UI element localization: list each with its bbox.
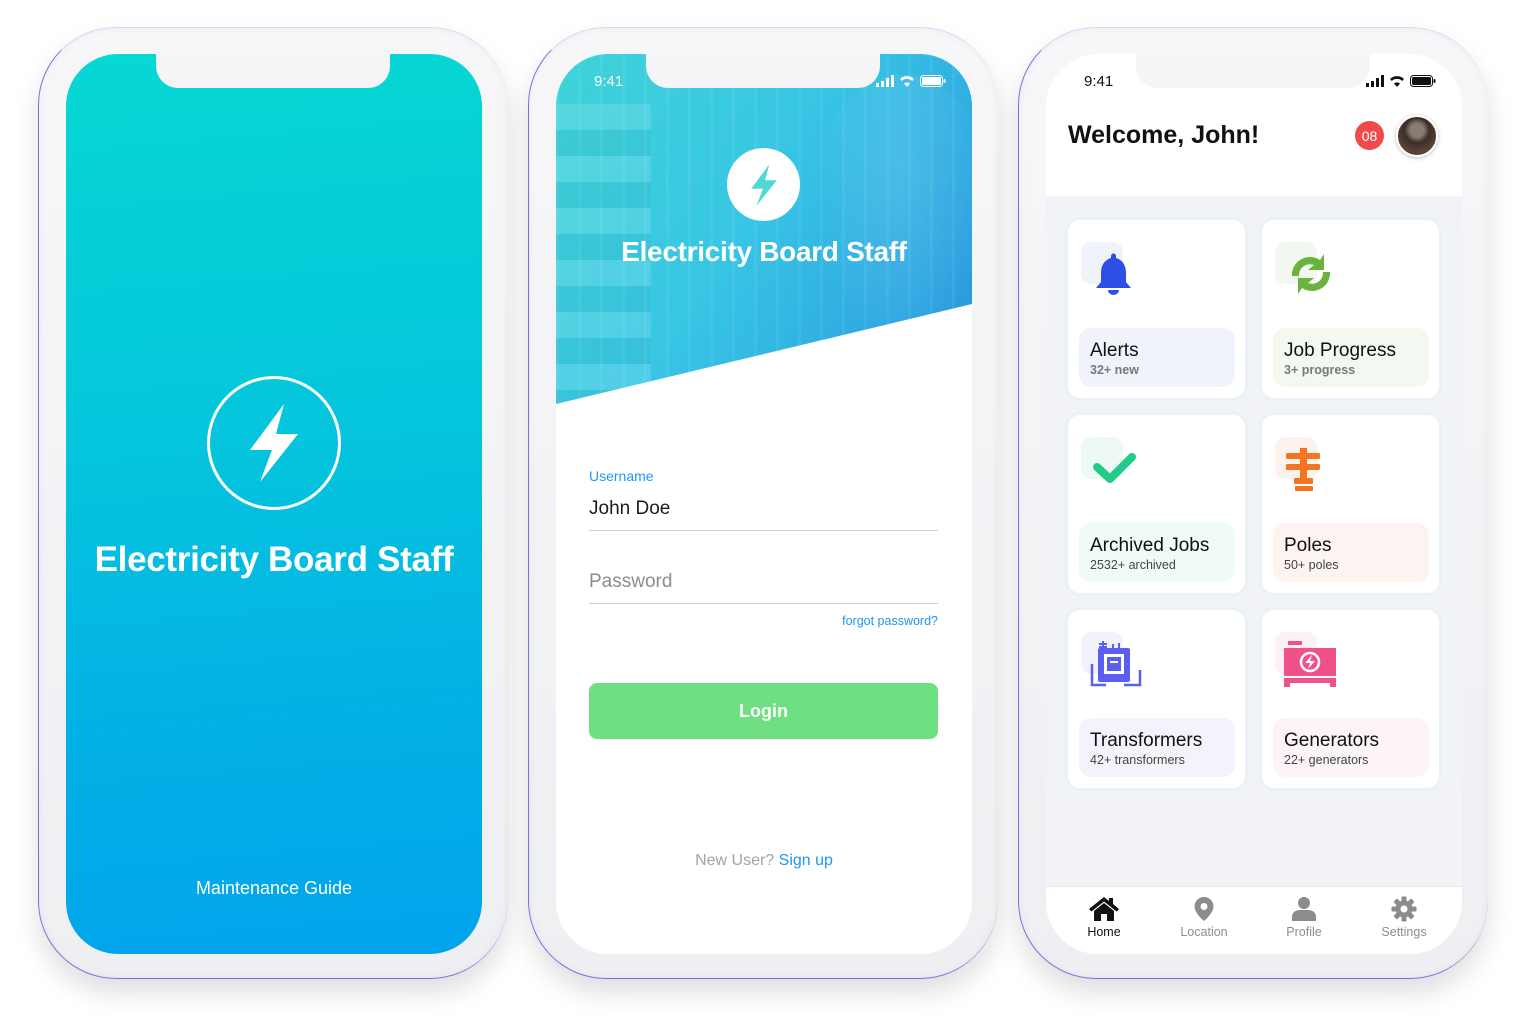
card-archived-jobs[interactable]: Archived Jobs 2532+ archived [1068, 415, 1245, 593]
card-label-box: Alerts 32+ new [1079, 328, 1235, 387]
card-label-box: Job Progress 3+ progress [1273, 328, 1429, 387]
login-app-title: Electricity Board Staff [621, 236, 907, 267]
card-job-progress[interactable]: Job Progress 3+ progress [1262, 220, 1439, 398]
card-title: Transformers [1090, 730, 1203, 751]
password-underline [589, 603, 938, 604]
card-subtitle: 3+ progress [1284, 363, 1356, 377]
status-bar: 9:41 [556, 70, 972, 92]
card-alerts[interactable]: Alerts 32+ new [1068, 220, 1245, 398]
login-hero-image [556, 54, 972, 404]
card-label-box: Archived Jobs 2532+ archived [1079, 523, 1235, 582]
signal-icon [1366, 75, 1384, 87]
mockup-stage: Electricity Board Staff Maintenance Guid… [0, 0, 1527, 1028]
username-label: Username [589, 468, 654, 484]
notification-badge[interactable]: 08 [1355, 121, 1384, 150]
splash-background: Electricity Board Staff Maintenance Guid… [66, 54, 482, 954]
signup-link[interactable]: Sign up [779, 852, 833, 869]
generator-icon [1284, 641, 1336, 687]
signup-row: New User? Sign up [556, 852, 972, 870]
phone-frame-login: 9:41 Electricity Board Staff Username fo… [528, 27, 998, 979]
password-input[interactable] [589, 571, 938, 593]
sync-icon [1291, 254, 1331, 294]
splash-screen: Electricity Board Staff Maintenance Guid… [66, 54, 482, 954]
utility-pole-icon [1286, 448, 1320, 491]
card-poles[interactable]: Poles 50+ poles [1262, 415, 1439, 593]
card-generators[interactable]: Generators 22+ generators [1262, 610, 1439, 788]
wifi-icon [1390, 76, 1404, 87]
card-subtitle: 2532+ archived [1090, 558, 1176, 572]
welcome-heading: Welcome, John! [1068, 121, 1260, 149]
card-subtitle: 22+ generators [1284, 753, 1369, 767]
phone-frame-dashboard: 9:41 Welcome, John! 08 Alerts 32+ new Jo… [1018, 27, 1488, 979]
username-input[interactable] [589, 498, 938, 520]
forgot-password-link[interactable]: forgot password? [842, 614, 938, 628]
login-button[interactable]: Login [589, 683, 938, 739]
tab-location[interactable]: Location [1159, 887, 1249, 954]
new-user-text: New User? [695, 852, 775, 869]
bottom-tab-bar: Home Location Profile Settings [1046, 886, 1462, 954]
login-logo [727, 148, 800, 221]
card-label-box: Poles 50+ poles [1273, 523, 1429, 582]
card-transformers[interactable]: Transformers 42+ transformers [1068, 610, 1245, 788]
battery-icon [1410, 75, 1436, 87]
splash-subtitle: Maintenance Guide [195, 878, 353, 898]
gear-icon [1391, 896, 1417, 922]
card-title: Archived Jobs [1090, 535, 1210, 556]
phone-notch [156, 54, 390, 88]
tab-label: Settings [1381, 925, 1427, 939]
lightning-bolt-icon [250, 404, 298, 482]
hero-technician [802, 74, 972, 394]
card-subtitle: 42+ transformers [1090, 753, 1185, 767]
home-icon [1089, 897, 1119, 921]
wifi-icon [900, 76, 914, 87]
transformer-icon [1090, 641, 1142, 687]
phone-frame-splash: Electricity Board Staff Maintenance Guid… [38, 27, 508, 979]
lightning-bolt-icon [750, 163, 777, 206]
card-subtitle: 32+ new [1090, 363, 1139, 377]
tab-settings[interactable]: Settings [1359, 887, 1449, 954]
card-title: Job Progress [1284, 340, 1396, 361]
login-screen: 9:41 Electricity Board Staff Username fo… [556, 54, 972, 954]
user-avatar[interactable] [1396, 115, 1438, 157]
checkmark-icon [1093, 453, 1136, 483]
card-title: Poles [1284, 535, 1332, 556]
tab-home[interactable]: Home [1059, 887, 1149, 954]
card-label-box: Transformers 42+ transformers [1079, 718, 1235, 777]
location-pin-icon [1194, 897, 1214, 921]
bell-icon [1096, 253, 1131, 295]
status-time: 9:41 [1084, 72, 1114, 90]
status-time: 9:41 [594, 72, 624, 90]
card-title: Generators [1284, 730, 1380, 751]
splash-app-title: Electricity Board Staff [94, 540, 454, 579]
splash-logo [207, 376, 341, 510]
dashboard-screen: 9:41 Welcome, John! 08 Alerts 32+ new Jo… [1046, 54, 1462, 954]
tab-profile[interactable]: Profile [1259, 887, 1349, 954]
card-title: Alerts [1090, 340, 1139, 361]
username-underline [589, 530, 938, 531]
tab-label: Location [1180, 925, 1228, 939]
tab-label: Home [1087, 925, 1121, 939]
signal-icon [876, 75, 894, 87]
category-grid: Alerts 32+ new Job Progress 3+ progress … [1068, 220, 1440, 788]
status-bar: 9:41 [1046, 70, 1462, 92]
tab-label: Profile [1286, 925, 1322, 939]
battery-icon [920, 75, 946, 87]
dashboard: 9:41 Welcome, John! 08 Alerts 32+ new Jo… [1046, 54, 1462, 954]
user-icon [1292, 897, 1316, 921]
card-subtitle: 50+ poles [1284, 558, 1339, 572]
card-label-box: Generators 22+ generators [1273, 718, 1429, 777]
